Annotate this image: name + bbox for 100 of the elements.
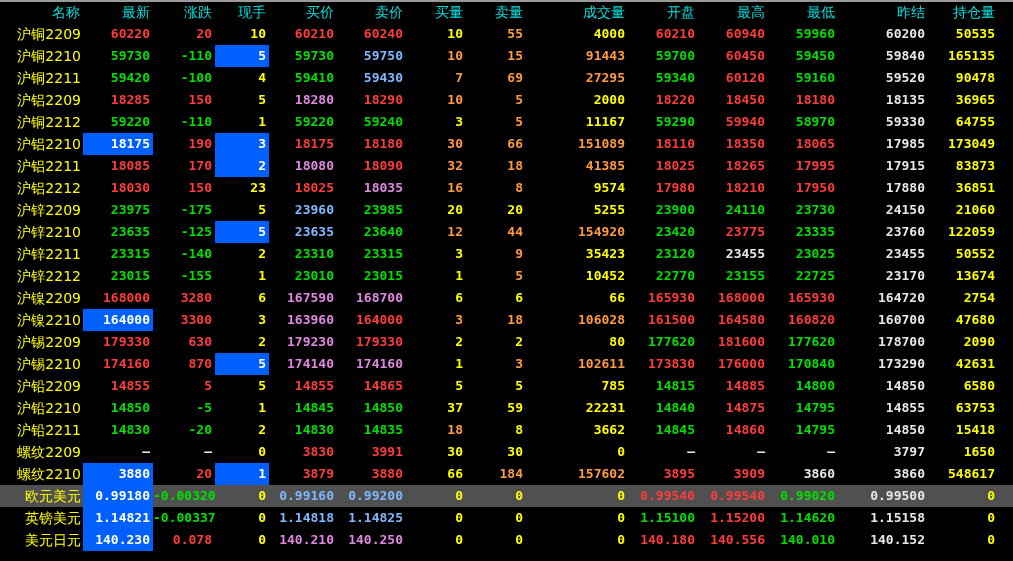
- table-row[interactable]: 沪锌2212 23015 -155 1 23010 23015 1 5 10452 22770 23155 22725 23170 13674: [0, 265, 1013, 287]
- table-cell: 181600: [718, 334, 765, 349]
- table-cell: 3880: [371, 466, 403, 481]
- column-header[interactable]: 名称: [0, 2, 83, 23]
- table-cell: 23120: [655, 246, 695, 261]
- table-cell: 3991: [371, 444, 403, 459]
- table-cell: 10: [447, 26, 463, 41]
- table-cell: 20: [447, 202, 463, 217]
- table-cell: 23025: [795, 246, 835, 261]
- column-header[interactable]: 买价: [269, 2, 337, 23]
- table-row[interactable]: 沪锡2210 174160 870 5 174140 174160 1 3 102611 173830 176000 170840 173290 42631: [0, 353, 1013, 375]
- table-cell: 168000: [718, 290, 765, 305]
- column-header[interactable]: 涨跌: [153, 2, 215, 23]
- table-cell: 59940: [725, 114, 765, 129]
- table-cell-text: 沪铜2209: [16, 25, 82, 44]
- table-cell: 2: [258, 422, 266, 437]
- table-row[interactable]: 英镑美元 1.14821 -0.00337 0 1.14818 1.14825 0 0 0 1.15100 1.15200 1.14620 1.15158 0: [0, 507, 1013, 529]
- table-cell: 150: [188, 92, 212, 107]
- table-cell: 23455: [725, 246, 765, 261]
- table-row[interactable]: 沪铜2211 59420 -100 4 59410 59430 7 69 27295 59340 60120 59160 59520 90478: [0, 67, 1013, 89]
- table-row[interactable]: 沪铝2210 18175 190 3 18175 18180 30 66 151089 18110 18350 18065 17985 173049: [0, 133, 1013, 155]
- table-cell: 36965: [955, 92, 995, 107]
- table-cell: 0: [617, 510, 625, 525]
- table-cell: 160820: [788, 312, 835, 327]
- table-cell-text: 沪铅2210: [16, 399, 82, 418]
- table-cell: 161500: [648, 312, 695, 327]
- table-cell: 3: [258, 312, 266, 327]
- table-cell: 0: [455, 510, 463, 525]
- column-header[interactable]: 最新: [83, 2, 153, 23]
- table-cell: 60210: [294, 26, 334, 41]
- table-cell: 630: [188, 334, 212, 349]
- table-cell: 59340: [655, 70, 695, 85]
- column-header[interactable]: 卖量: [466, 2, 526, 23]
- table-cell-text: 欧元美元: [24, 487, 82, 506]
- table-row[interactable]: 美元日元 140.230 0.078 0 140.210 140.250 0 0 0 140.180 140.556 140.010 140.152 0: [0, 529, 1013, 551]
- table-cell: 1.15100: [640, 510, 695, 525]
- table-cell: 23635: [294, 224, 334, 239]
- table-cell: 168700: [356, 290, 403, 305]
- table-cell: 23420: [655, 224, 695, 239]
- table-row[interactable]: 沪镍2210 164000 3300 3 163960 164000 3 18 106028 161500 164580 160820 160700 47680: [0, 309, 1013, 331]
- table-row[interactable]: 沪铜2212 59220 -110 1 59220 59240 3 5 11167 59290 59940 58970 59330 64755: [0, 111, 1013, 133]
- table-row[interactable]: 沪铅2209 14855 5 5 14855 14865 5 5 785 14815 14885 14800 14850 6580: [0, 375, 1013, 397]
- table-cell: 24150: [885, 202, 925, 217]
- column-header[interactable]: 卖价: [337, 2, 406, 23]
- table-row[interactable]: 沪铝2212 18030 150 23 18025 18035 16 8 9574 17980 18210 17950 17880 36851: [0, 177, 1013, 199]
- table-cell: 15: [507, 48, 523, 63]
- column-header[interactable]: 买量: [406, 2, 466, 23]
- table-cell: 27295: [585, 70, 625, 85]
- table-row[interactable]: 螺纹2209 — — 0 3830 3991 30 30 0 — — — 3797 1650: [0, 441, 1013, 463]
- column-header[interactable]: 昨结: [838, 2, 928, 23]
- column-header[interactable]: 成交量: [526, 2, 628, 23]
- column-header[interactable]: 最高: [698, 2, 768, 23]
- table-cell: 23335: [795, 224, 835, 239]
- table-cell: 14815: [655, 378, 695, 393]
- table-cell: 18180: [363, 136, 403, 151]
- table-row[interactable]: 沪锌2210 23635 -125 5 23635 23640 12 44 154920 23420 23775 23335 23760 122059: [0, 221, 1013, 243]
- table-cell: 178700: [878, 334, 925, 349]
- table-cell: 90478: [955, 70, 995, 85]
- table-row[interactable]: 沪铝2209 18285 150 5 18280 18290 10 5 2000 18220 18450 18180 18135 36965: [0, 89, 1013, 111]
- table-cell-text: 沪铅2209: [16, 377, 82, 396]
- table-cell: 0.99020: [780, 488, 835, 503]
- table-cell: 47680: [955, 312, 995, 327]
- table-row[interactable]: 沪铜2209 60220 20 10 60210 60240 10 55 4000 60210 60940 59960 60200 50535: [0, 23, 1013, 45]
- table-cell: 32: [447, 158, 463, 173]
- table-cell: 5: [258, 378, 266, 393]
- table-cell: 22770: [655, 268, 695, 283]
- table-row[interactable]: 沪铝2211 18085 170 2 18080 18090 32 18 41385 18025 18265 17995 17915 83873: [0, 155, 1013, 177]
- table-cell: 11167: [585, 114, 625, 129]
- table-row[interactable]: 沪锌2211 23315 -140 2 23310 23315 3 9 35423 23120 23455 23025 23455 50552: [0, 243, 1013, 265]
- table-cell: —: [142, 444, 150, 459]
- table-row[interactable]: 沪镍2209 168000 3280 6 167590 168700 6 6 66 165930 168000 165930 164720 2754: [0, 287, 1013, 309]
- table-cell: 179330: [356, 334, 403, 349]
- column-header[interactable]: 现手: [215, 2, 269, 23]
- table-cell: 168000: [103, 290, 150, 305]
- table-cell-text: 沪镍2209: [16, 289, 82, 308]
- column-header[interactable]: 最低: [768, 2, 838, 23]
- table-row[interactable]: 沪铅2211 14830 -20 2 14830 14835 18 8 3662 14845 14860 14795 14850 15418: [0, 419, 1013, 441]
- table-row[interactable]: 沪锡2209 179330 630 2 179230 179330 2 2 80 177620 181600 177620 178700 2090: [0, 331, 1013, 353]
- table-cell: 140.010: [780, 532, 835, 547]
- table-cell: 167590: [287, 290, 334, 305]
- table-row[interactable]: 沪铜2210 59730 -110 5 59730 59750 10 15 91443 59700 60450 59450 59840 165135: [0, 45, 1013, 67]
- column-header[interactable]: 持仓量: [928, 2, 998, 23]
- table-cell: 14860: [725, 422, 765, 437]
- table-cell: 0.99200: [348, 488, 403, 503]
- table-row[interactable]: 沪铅2210 14850 -5 1 14845 14850 37 59 22231 14840 14875 14795 14855 63753: [0, 397, 1013, 419]
- table-cell: -110: [180, 114, 212, 129]
- table-cell: 23170: [885, 268, 925, 283]
- table-cell: 2: [258, 158, 266, 173]
- table-cell: 140.210: [279, 532, 334, 547]
- table-cell: 23455: [885, 246, 925, 261]
- table-row[interactable]: 沪锌2209 23975 -175 5 23960 23985 20 20 5255 23900 24110 23730 24150 21060: [0, 199, 1013, 221]
- column-header[interactable]: 开盘: [628, 2, 698, 23]
- table-cell: -175: [180, 202, 212, 217]
- table-row[interactable]: 欧元美元 0.99180 -0.00320 0 0.99160 0.99200 0 0 0 0.99540 0.99540 0.99020 0.99500 0: [0, 485, 1013, 507]
- table-cell: 66: [447, 466, 463, 481]
- table-cell: -0.00320: [153, 488, 216, 503]
- table-row[interactable]: 螺纹2210 3880 20 1 3879 3880 66 184 157602 3895 3909 3860 3860 548617: [0, 463, 1013, 485]
- table-cell: 140.152: [870, 532, 925, 547]
- table-cell: 548617: [948, 466, 995, 481]
- table-cell: 60450: [725, 48, 765, 63]
